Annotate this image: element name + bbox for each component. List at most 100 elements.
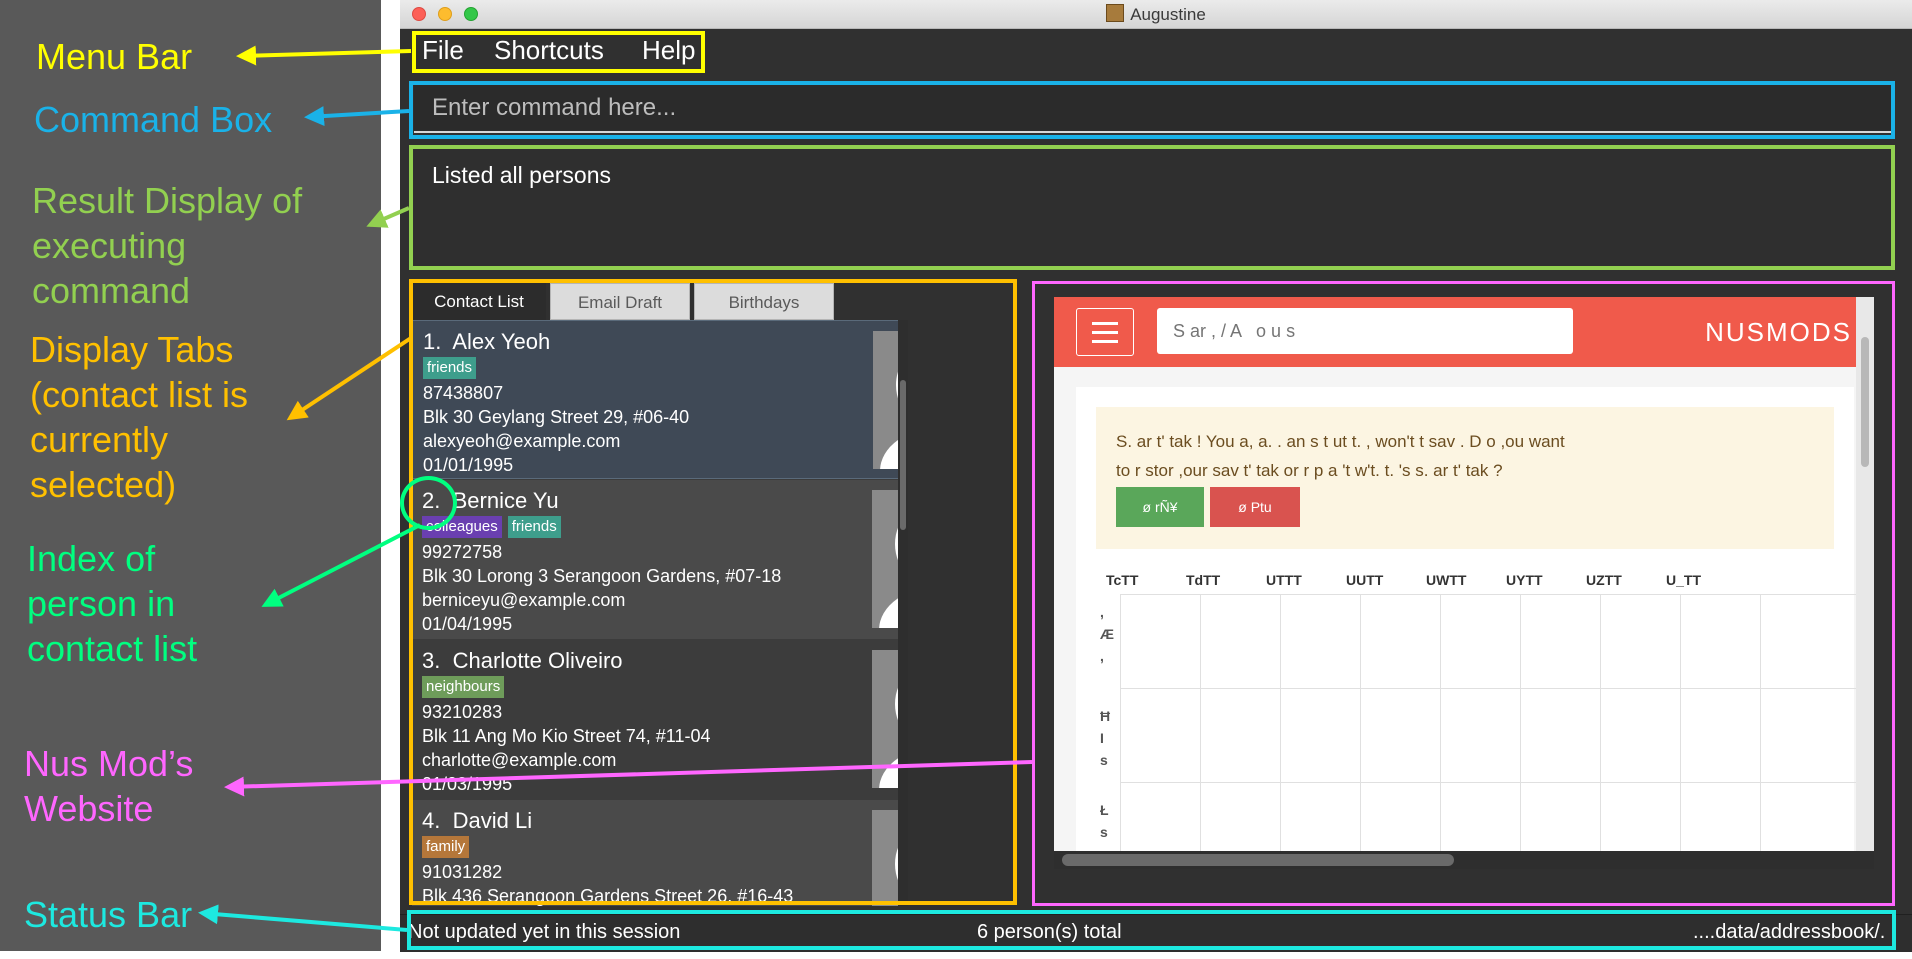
status-file-path: ....data/addressbook/.: [1693, 921, 1886, 943]
status-bar: Not updated yet in this session 6 person…: [400, 914, 1912, 952]
browser-horizontal-scrollbar[interactable]: [1054, 851, 1874, 869]
command-box: [414, 84, 1894, 133]
person-birthday: 01/03/1995: [422, 774, 513, 794]
person-name: Alex Yeoh: [452, 329, 551, 354]
person-phone: 93210283: [422, 702, 503, 722]
annotation-display-tabs: Display Tabs (contact list is currently …: [30, 327, 248, 507]
timetable-column-head: UUTT: [1346, 572, 1384, 588]
row-label-char: Ħ: [1100, 708, 1111, 724]
person-address: Blk 11 Ang Mo Kio Street 74, #11-04: [422, 726, 711, 746]
timetable-column-head: TdTT: [1186, 572, 1221, 588]
alert-box: S. ar t' tak ! You a, a. . an s t ut t. …: [1096, 407, 1834, 549]
annotation-line: Nus Mod’s: [24, 743, 194, 784]
tag: family: [422, 836, 470, 858]
alert-text: S. ar t' tak ! You a, a. . an s t ut t. …: [1116, 427, 1816, 485]
contact-list: 1. Alex Yeoh friends 87438807 Blk 30 Gey…: [412, 320, 908, 906]
timetable-column-head: UZTT: [1586, 572, 1622, 588]
row-label-char: ,: [1100, 648, 1104, 664]
timetable-row-label: Ħ I s: [1100, 705, 1110, 771]
annotation-result-display: Result Display of executing command: [32, 178, 302, 313]
tag: friends: [423, 357, 477, 379]
scroll-thumb[interactable]: [900, 380, 906, 530]
timetable-column-head: TcTT: [1106, 572, 1139, 588]
timetable-column-head: U_TT: [1666, 572, 1701, 588]
person-address: Blk 30 Lorong 3 Serangoon Gardens, #07-1…: [422, 566, 782, 586]
annotation-line: currently: [30, 419, 169, 460]
tag: neighbours: [422, 676, 505, 698]
annotation-command-box: Command Box: [34, 99, 273, 140]
annotation-line: Result Display of: [32, 180, 303, 221]
annotation-line: executing: [32, 225, 187, 266]
person-name-line: 3. Charlotte Oliveiro: [422, 648, 623, 674]
person-name-line: 1. Alex Yeoh: [423, 329, 550, 355]
menu-help[interactable]: Help: [642, 35, 695, 66]
nusmods-logo[interactable]: NUSMODS: [1705, 317, 1852, 348]
annotation-line: selected): [30, 464, 177, 505]
menu-icon: [1092, 340, 1118, 343]
tab-contact-list[interactable]: Contact List: [412, 283, 546, 320]
person-name-line: 4. David Li: [422, 808, 532, 834]
nusmods-header: NUSMODS: [1054, 297, 1874, 367]
person-birthday: 01/04/1995: [422, 614, 513, 634]
status-last-updated: Not updated yet in this session: [408, 921, 681, 943]
row-label-char: I: [1100, 730, 1104, 746]
menu-file[interactable]: File: [422, 35, 464, 66]
scroll-thumb[interactable]: [1062, 854, 1454, 866]
annotation-line: person in: [27, 583, 176, 624]
person-email: alexyeoh@example.com: [423, 431, 621, 451]
person-card[interactable]: 2. Bernice Yu colleagues friends 99272758…: [412, 480, 908, 639]
hamburger-menu-button[interactable]: [1076, 308, 1134, 356]
annotation-line: contact list: [27, 628, 198, 669]
person-email: charlotte@example.com: [422, 750, 617, 770]
tag-list: family: [422, 836, 475, 858]
command-input[interactable]: [430, 92, 1874, 124]
person-address: Blk 30 Geylang Street 29, #06-40: [423, 407, 690, 427]
nusmods-search-input[interactable]: [1157, 308, 1573, 354]
annotation-index: Index of person in contact list: [27, 536, 197, 671]
tab-birthdays[interactable]: Birthdays: [694, 283, 834, 320]
person-phone: 91031282: [422, 862, 503, 882]
person-name: Bernice Yu: [452, 488, 559, 513]
person-phone: 87438807: [423, 383, 504, 403]
scroll-thumb[interactable]: [1861, 337, 1869, 467]
display-tabs: Contact List Email Draft Birthdays: [412, 283, 908, 320]
person-card[interactable]: 1. Alex Yeoh friends 87438807 Blk 30 Gey…: [412, 320, 908, 479]
person-card[interactable]: 4. David Li family 91031282 Blk 436 Sera…: [412, 800, 908, 906]
row-label-char: Æ: [1100, 626, 1114, 642]
person-index: 1.: [423, 329, 442, 354]
alert-line: S. ar t' tak ! You a, a. . an s t ut t. …: [1116, 432, 1565, 451]
timetable-column-head: UWTT: [1426, 572, 1467, 588]
person-card[interactable]: 3. Charlotte Oliveiro neighbours 9321028…: [412, 640, 908, 799]
person-name-line: 2. Bernice Yu: [422, 488, 559, 514]
menu-shortcuts[interactable]: Shortcuts: [494, 35, 604, 66]
result-display: Listed all persons: [414, 148, 1894, 266]
result-text: Listed all persons: [432, 162, 611, 188]
person-index: 3.: [422, 648, 441, 673]
person-name: David Li: [452, 808, 533, 833]
person-index: 4.: [422, 808, 441, 833]
annotation-nusmods: Nus Mod’s Website: [24, 741, 193, 831]
restore-button[interactable]: ø rÑ¥: [1116, 487, 1204, 527]
annotation-menu-bar: Menu Bar: [36, 36, 193, 77]
tab-email-draft[interactable]: Email Draft: [550, 283, 690, 320]
nusmods-content: S. ar t' tak ! You a, a. . an s t ut t. …: [1076, 387, 1860, 869]
tag-list: colleagues friends: [422, 516, 567, 538]
browser-vertical-scrollbar[interactable]: [1856, 297, 1874, 851]
replace-button[interactable]: ø Ptu: [1210, 487, 1300, 527]
person-address: Blk 436 Serangoon Gardens Street 26, #16…: [422, 886, 794, 906]
person-index: 2.: [422, 488, 441, 513]
annotation-panel: Menu Bar Command Box Result Display of e…: [0, 0, 381, 951]
tag: colleagues: [422, 516, 502, 538]
title-bar: Augustine: [400, 0, 1912, 29]
contact-list-scrollbar[interactable]: [898, 320, 908, 906]
menu-bar: File Shortcuts Help: [400, 29, 1912, 74]
timetable-header: TcTT TdTT UTTT UUTT UWTT UYTT UZTT U_TT: [1106, 572, 1854, 592]
row-label-char: s: [1100, 824, 1108, 840]
nusmods-browser: NUSMODS S. ar t' tak ! You a, a. . an s …: [1054, 297, 1874, 869]
menu-icon: [1092, 331, 1118, 334]
person-email: berniceyu@example.com: [422, 590, 626, 610]
tag-list: neighbours: [422, 676, 510, 698]
timetable-grid: [1120, 594, 1860, 869]
timetable-column-head: UTTT: [1266, 572, 1302, 588]
alert-line: to r stor ,our sav t' tak or r p a 't w'…: [1116, 461, 1503, 480]
